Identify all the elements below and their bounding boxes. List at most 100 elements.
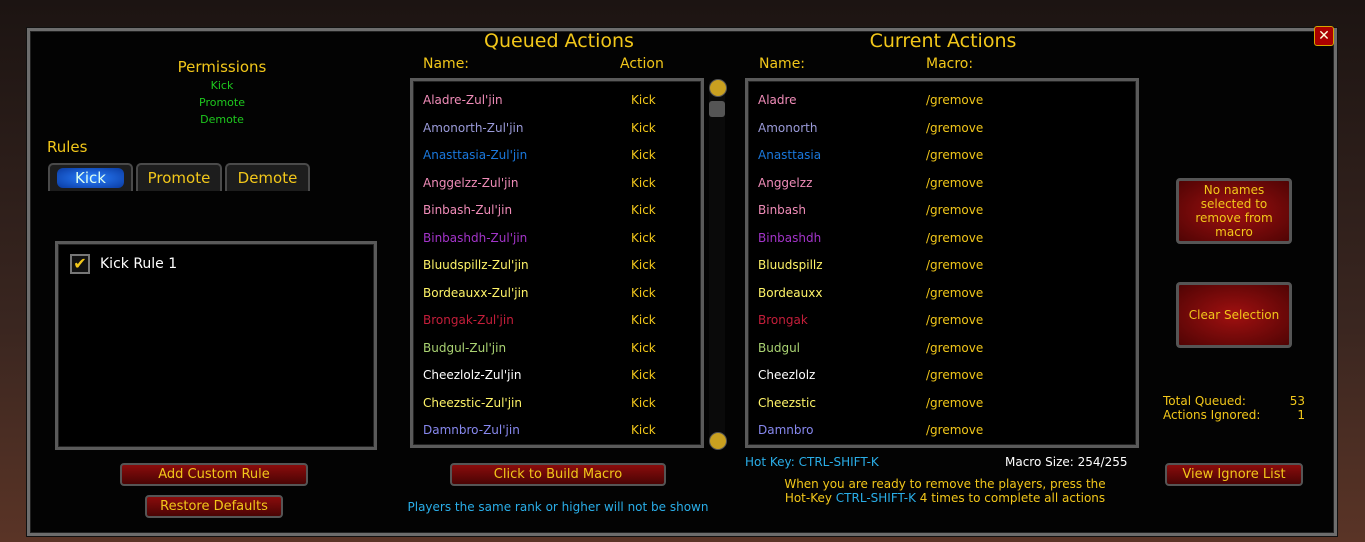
list-row[interactable]: Binbashdh/gremove: [748, 231, 1136, 251]
current-actions-title: Current Actions: [869, 30, 1017, 52]
list-row[interactable]: Damnbro/gremove: [748, 423, 1136, 443]
tab-promote[interactable]: Promote: [136, 163, 222, 191]
player-name: Binbash-Zul'jin: [423, 203, 513, 217]
macro-value: /gremove: [926, 175, 984, 190]
list-row[interactable]: Brongak-Zul'jin Kick: [413, 313, 701, 333]
queued-actions-title: Queued Actions: [484, 30, 634, 52]
player-name: Anggelzz-Zul'jin: [423, 175, 519, 190]
player-name: Bordeauxx-Zul'jin: [423, 285, 529, 300]
list-row[interactable]: Anasttasia/gremove: [748, 148, 1136, 168]
list-row[interactable]: Cheezstic/gremove: [748, 396, 1136, 416]
player-name: Damnbro-Zul'jin: [423, 423, 520, 437]
action-value: Kick: [631, 175, 656, 190]
list-row[interactable]: Aladre-Zul'jin Kick: [413, 93, 701, 113]
permission-promote: Promote: [199, 96, 245, 109]
hotkey-label: Hot Key: CTRL-SHIFT-K: [745, 455, 879, 469]
player-name: Budgul: [758, 340, 801, 355]
macro-value: /gremove: [926, 203, 984, 217]
permission-kick: Kick: [210, 79, 234, 92]
list-row[interactable]: Amonorth-Zul'jin Kick: [413, 121, 701, 141]
macro-value: /gremove: [926, 423, 984, 437]
list-row[interactable]: Cheezlolz-Zul'jin Kick: [413, 368, 701, 388]
list-row[interactable]: Binbashdh-Zul'jin Kick: [413, 231, 701, 251]
player-name: Cheezstic: [758, 395, 816, 410]
player-name: Binbash: [758, 203, 806, 217]
list-row[interactable]: Aladre/gremove: [748, 93, 1136, 113]
list-row[interactable]: Budgul/gremove: [748, 341, 1136, 361]
list-row[interactable]: Budgul-Zul'jin Kick: [413, 341, 701, 361]
queued-col-name: Name:: [423, 56, 470, 72]
current-col-name: Name:: [759, 56, 806, 72]
current-col-macro: Macro:: [926, 56, 974, 72]
queued-scrollbar[interactable]: [709, 80, 725, 446]
macro-value: /gremove: [926, 93, 984, 107]
macro-value: /gremove: [926, 313, 984, 327]
list-row[interactable]: Anasttasia-Zul'jin Kick: [413, 148, 701, 168]
action-value: Kick: [631, 423, 656, 437]
rule-item[interactable]: ✔ Kick Rule 1: [70, 254, 177, 274]
actions-ignored-value: 1: [1297, 408, 1305, 422]
action-value: Kick: [631, 285, 656, 300]
remove-from-macro-button[interactable]: No names selected to remove from macro: [1176, 178, 1292, 244]
restore-defaults-button[interactable]: Restore Defaults: [145, 495, 283, 518]
list-row[interactable]: Brongak/gremove: [748, 313, 1136, 333]
macro-value: /gremove: [926, 368, 984, 382]
clear-selection-button[interactable]: Clear Selection: [1176, 282, 1292, 348]
tab-demote[interactable]: Demote: [225, 163, 310, 191]
macro-value: /gremove: [926, 340, 984, 355]
permission-demote: Demote: [200, 113, 244, 126]
player-name: Damnbro: [758, 423, 814, 437]
list-row[interactable]: Binbash/gremove: [748, 203, 1136, 223]
macro-value: /gremove: [926, 285, 984, 300]
queued-list: Aladre-Zul'jin Kick Amonorth-Zul'jin Kick An…: [410, 78, 704, 448]
total-queued-value: 53: [1289, 394, 1305, 408]
macro-value: /gremove: [926, 395, 984, 410]
scroll-down-icon[interactable]: [709, 432, 727, 450]
macro-value: /gremove: [926, 230, 984, 245]
player-name: Aladre-Zul'jin: [423, 93, 503, 107]
player-name: Binbashdh: [758, 230, 822, 245]
player-name: Cheezlolz-Zul'jin: [423, 368, 522, 382]
macro-value: /gremove: [926, 258, 984, 272]
rank-note: Players the same rank or higher will not…: [407, 500, 709, 514]
list-row[interactable]: Binbash-Zul'jin Kick: [413, 203, 701, 223]
list-row[interactable]: Bluudspillz-Zul'jin Kick: [413, 258, 701, 278]
queued-col-action: Action: [620, 56, 664, 72]
list-row[interactable]: Damnbro-Zul'jin Kick: [413, 423, 701, 443]
list-row[interactable]: Anggelzz-Zul'jin Kick: [413, 176, 701, 196]
player-name: Binbashdh-Zul'jin: [423, 230, 528, 245]
macro-size: Macro Size: 254/255: [1005, 455, 1128, 469]
list-row[interactable]: Anggelzz/gremove: [748, 176, 1136, 196]
actions-ignored-label: Actions Ignored:: [1163, 408, 1261, 422]
rules-title: Rules: [47, 138, 88, 156]
view-ignore-list-button[interactable]: View Ignore List: [1165, 463, 1303, 486]
list-row[interactable]: Cheezlolz/gremove: [748, 368, 1136, 388]
player-name: Bluudspillz-Zul'jin: [423, 258, 529, 272]
action-value: Kick: [631, 313, 656, 327]
tab-kick[interactable]: Kick: [48, 163, 133, 191]
list-row[interactable]: Amonorth/gremove: [748, 121, 1136, 141]
scroll-thumb[interactable]: [709, 101, 725, 117]
list-row[interactable]: Bordeauxx-Zul'jin Kick: [413, 286, 701, 306]
player-name: Amonorth-Zul'jin: [423, 120, 524, 135]
checkbox-checked-icon[interactable]: ✔: [70, 254, 90, 274]
scroll-up-icon[interactable]: [709, 79, 727, 97]
add-custom-rule-button[interactable]: Add Custom Rule: [120, 463, 308, 486]
list-row[interactable]: Bordeauxx/gremove: [748, 286, 1136, 306]
player-name: Amonorth: [758, 120, 818, 135]
list-row[interactable]: Cheezstic-Zul'jin Kick: [413, 396, 701, 416]
build-macro-button[interactable]: Click to Build Macro: [450, 463, 666, 486]
action-value: Kick: [631, 258, 656, 272]
action-value: Kick: [631, 120, 656, 135]
action-value: Kick: [631, 93, 656, 107]
list-row[interactable]: Bluudspillz/gremove: [748, 258, 1136, 278]
player-name: Cheezlolz: [758, 368, 816, 382]
action-value: Kick: [631, 340, 656, 355]
action-value: Kick: [631, 368, 656, 382]
close-button[interactable]: ✕: [1314, 26, 1334, 46]
player-name: Bluudspillz: [758, 258, 823, 272]
player-name: Anasttasia-Zul'jin: [423, 148, 528, 162]
macro-value: /gremove: [926, 148, 984, 162]
player-name: Anasttasia: [758, 148, 822, 162]
action-value: Kick: [631, 395, 656, 410]
